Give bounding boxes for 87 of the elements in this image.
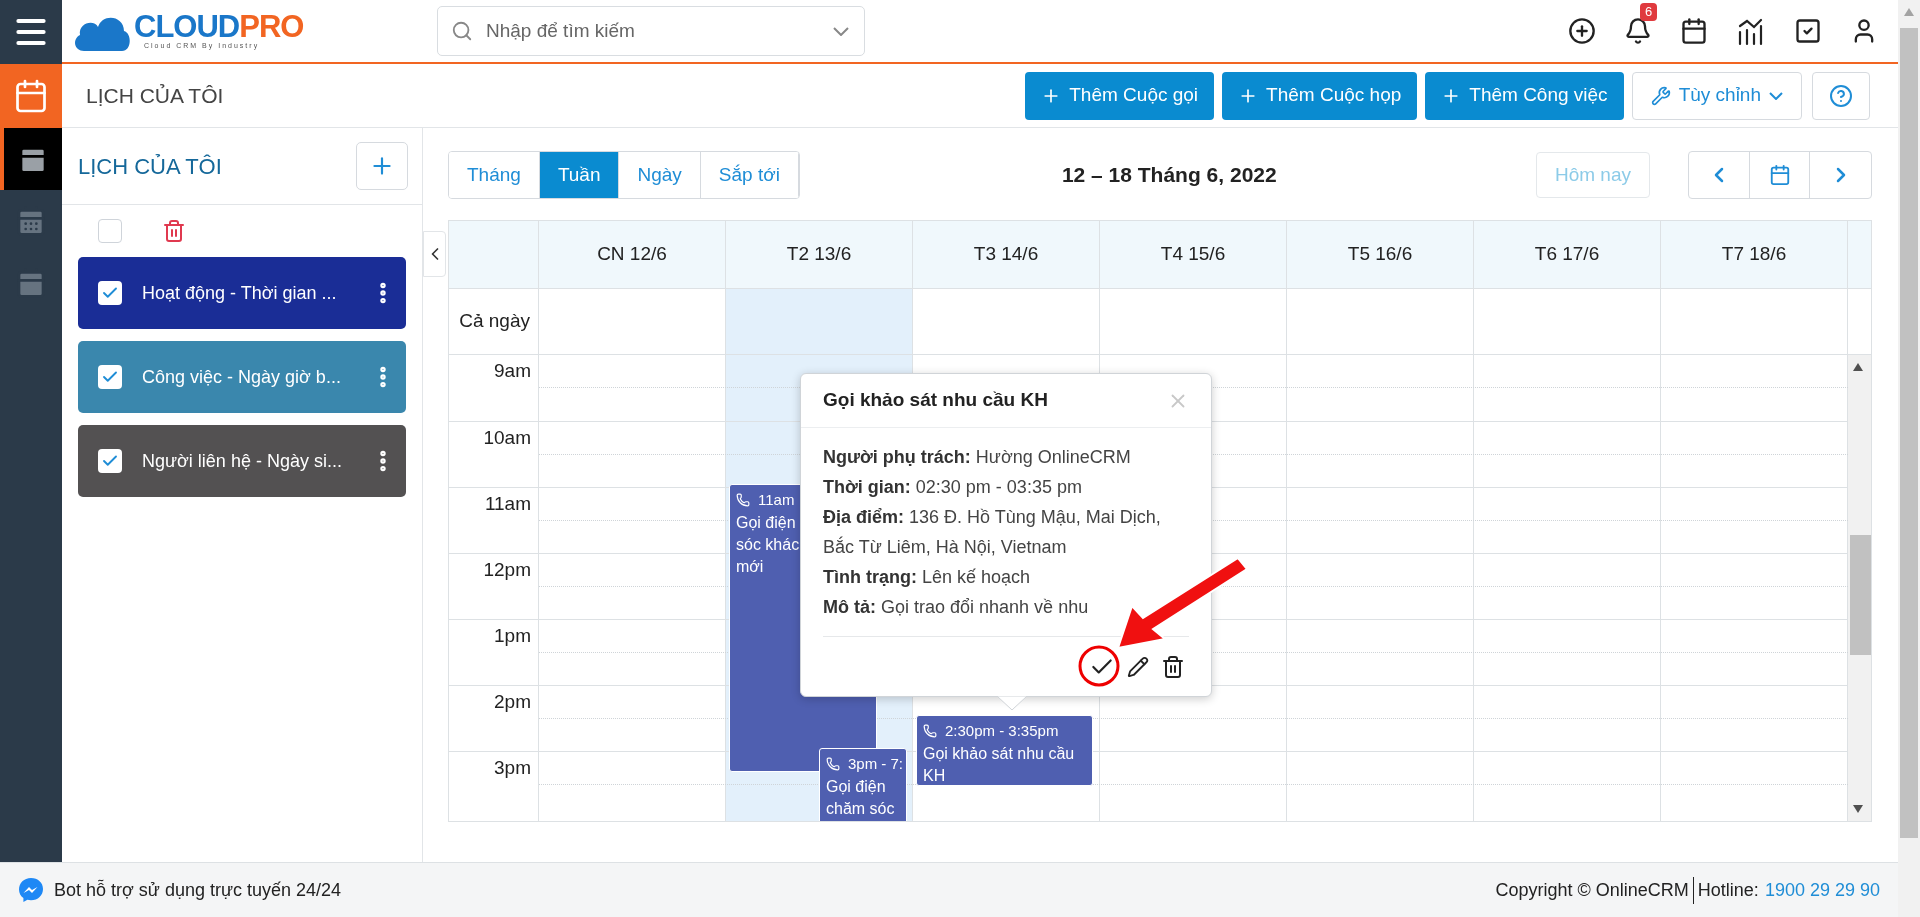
calendar-item[interactable]: Hoạt động - Thời gian ... [78,257,406,329]
calendar-label: Công việc - Ngày giờ b... [142,365,341,389]
checkbox[interactable] [98,365,122,389]
task-icon[interactable] [1794,17,1822,45]
page-scrollbar[interactable] [1898,0,1920,917]
collapse-button[interactable] [423,231,446,277]
checkbox[interactable] [98,219,122,243]
event-title: Gọi điện [736,512,797,533]
hour-label: 10am [482,426,531,450]
event-title: mới [736,556,765,577]
phone-icon [826,757,840,772]
hour-label: 2pm [493,690,531,714]
search-icon [451,20,473,42]
day-header: T2 13/6 [726,221,913,288]
add-icon[interactable] [1568,17,1596,45]
scrollbar-thumb[interactable] [1850,535,1871,655]
rail-item[interactable] [0,128,62,190]
bot-support-text[interactable]: Bot hỗ trợ sử dụng trực tuyến 24/24 [54,876,342,904]
day-header: CN 12/6 [539,221,726,288]
view-tab[interactable]: Tháng [449,152,540,198]
hotline-link[interactable]: 1900 29 29 90 [1764,876,1880,904]
caret-icon [1769,91,1783,100]
today-button: Hôm nay [1535,152,1650,198]
checkbox[interactable] [98,281,122,305]
hour-label: 12pm [482,558,531,582]
detail-line: Tình trạng: Lên kế hoạch [823,566,1032,589]
search-field[interactable]: Nhập để tìm kiếm [437,6,865,56]
calendar-icon [13,78,49,114]
day-header: T5 16/6 [1287,221,1474,288]
popup-title: Gọi khảo sát nhu cầu KH [823,388,1048,413]
delete-icon[interactable] [1161,654,1185,679]
logo-text: CLOUD [134,12,240,42]
hotline-label: Hotline: [1697,878,1759,902]
event-title: Gọi khảo sát nhu cầu KH [923,743,1076,786]
add-calendar-button[interactable] [356,142,408,190]
all-day-label: Cả ngày [459,309,530,334]
help-button[interactable] [1812,71,1870,120]
calendar-item[interactable]: Người liên hệ - Ngày si... [78,425,406,497]
checkbox[interactable] [98,449,122,473]
event-title: sóc khác [736,534,801,555]
caret-icon [833,27,849,36]
date-range-title: 12 – 18 Tháng 6, 2022 [1061,162,1277,189]
event-block[interactable]: 2:30pm - 3:35pm Gọi khảo sát nhu cầu KH [916,715,1093,786]
day-header: T7 18/6 [1661,221,1848,288]
scroll-up-icon[interactable] [1853,363,1863,371]
calendar-item[interactable]: Công việc - Ngày giờ b... [78,341,406,413]
hour-label: 9am [493,359,531,383]
detail-line: Mô tả: Gọi trao đổi nhanh về nhu [823,596,1090,619]
calendar-icon [1768,164,1791,186]
page-title: LỊCH CỦA TÔI [86,82,224,109]
detail-line: Thời gian: 02:30 pm - 03:35 pm [823,476,1083,499]
hour-label: 11am [483,492,531,516]
phone-icon [923,724,937,739]
calendar-icon[interactable] [1680,17,1708,45]
event-time: 3pm - 7: [848,754,904,774]
all-day-cell[interactable] [726,289,913,354]
event-title: Gọi điện [826,776,887,797]
calendar-label: Hoạt động - Thời gian ... [142,281,337,305]
notification-badge: 6 [1640,3,1658,21]
add-button[interactable]: Thêm Cuộc gọi [1025,71,1215,120]
scroll-down-icon[interactable] [1853,805,1863,813]
day-header: T4 15/6 [1100,221,1287,288]
add-button[interactable]: Thêm Công việc [1425,71,1624,120]
hour-label: 3pm [493,756,531,780]
event-time: 2:30pm - 3:35pm [945,721,1059,741]
sidebar-title: LỊCH CỦA TÔI [78,152,222,181]
day-header: T6 17/6 [1474,221,1661,288]
day-header: T3 14/6 [913,221,1100,288]
detail-line: Người phụ trách: Hường OnlineCRM [823,446,1132,469]
wrench-icon [1650,85,1671,106]
detail-line: Địa điểm: 136 Đ. Hồ Tùng Mậu, Mai Dịch, Bắc Từ Liêm, Hà Nội, Vietnam [823,506,1162,559]
phone-icon [736,493,750,508]
event-time: 11am [758,490,795,510]
copyright-text: Copyright © OnlineCRM [1495,876,1694,904]
event-title: chăm sóc [826,798,896,819]
add-button[interactable]: Thêm Cuộc họp [1222,71,1418,120]
logo-accent-text: PRO [239,12,304,42]
messenger-icon[interactable] [18,877,44,903]
edit-icon[interactable] [1127,655,1149,678]
help-icon [1829,83,1853,108]
customize-button[interactable]: Tùy chỉnh [1631,71,1802,120]
hour-label: 1pm [493,624,531,648]
calendar-label: Người liên hệ - Ngày si... [142,449,342,473]
module-tile[interactable] [0,64,62,128]
view-tab[interactable]: Tuần [539,152,620,198]
event-block[interactable]: 3pm - 7: Gọi điện chăm sóc [819,748,907,821]
notification-icon[interactable] [1624,17,1652,45]
